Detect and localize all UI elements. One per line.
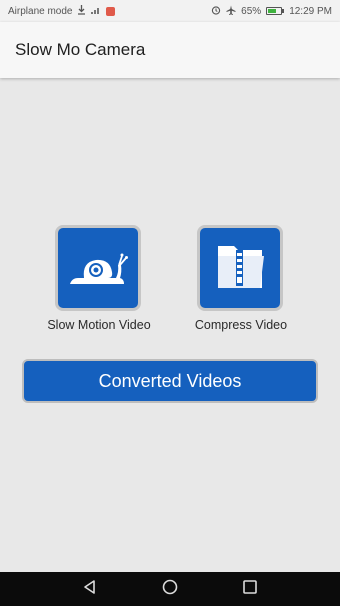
status-left: Airplane mode [8, 4, 116, 18]
clock: 12:29 PM [289, 5, 332, 17]
battery-icon [266, 7, 285, 15]
app-bar: Slow Mo Camera [0, 22, 340, 78]
signal-icon [91, 6, 101, 17]
back-icon[interactable] [81, 578, 99, 601]
battery-percent: 65% [241, 5, 262, 17]
slow-motion-video-label[interactable]: Slow Motion Video [35, 318, 163, 332]
status-right: 65% 12:29 PM [211, 5, 332, 18]
compress-video-label[interactable]: Compress Video [181, 318, 301, 332]
status-bar: Airplane mode 65% 12:29 PM [0, 0, 340, 22]
airplane-mode-text: Airplane mode [8, 5, 73, 17]
alarm-icon [211, 5, 221, 18]
zip-folder-icon [206, 232, 274, 305]
converted-videos-button[interactable]: Converted Videos [22, 359, 318, 403]
notification-icon [106, 6, 116, 16]
snail-icon [64, 232, 132, 305]
navigation-bar [0, 572, 340, 606]
download-icon [77, 4, 86, 18]
app-title: Slow Mo Camera [15, 40, 146, 59]
slow-motion-video-button[interactable] [55, 225, 141, 311]
home-icon[interactable] [161, 578, 179, 601]
compress-video-button[interactable] [197, 225, 283, 311]
recents-icon[interactable] [241, 578, 259, 601]
airplane-icon [226, 5, 236, 18]
